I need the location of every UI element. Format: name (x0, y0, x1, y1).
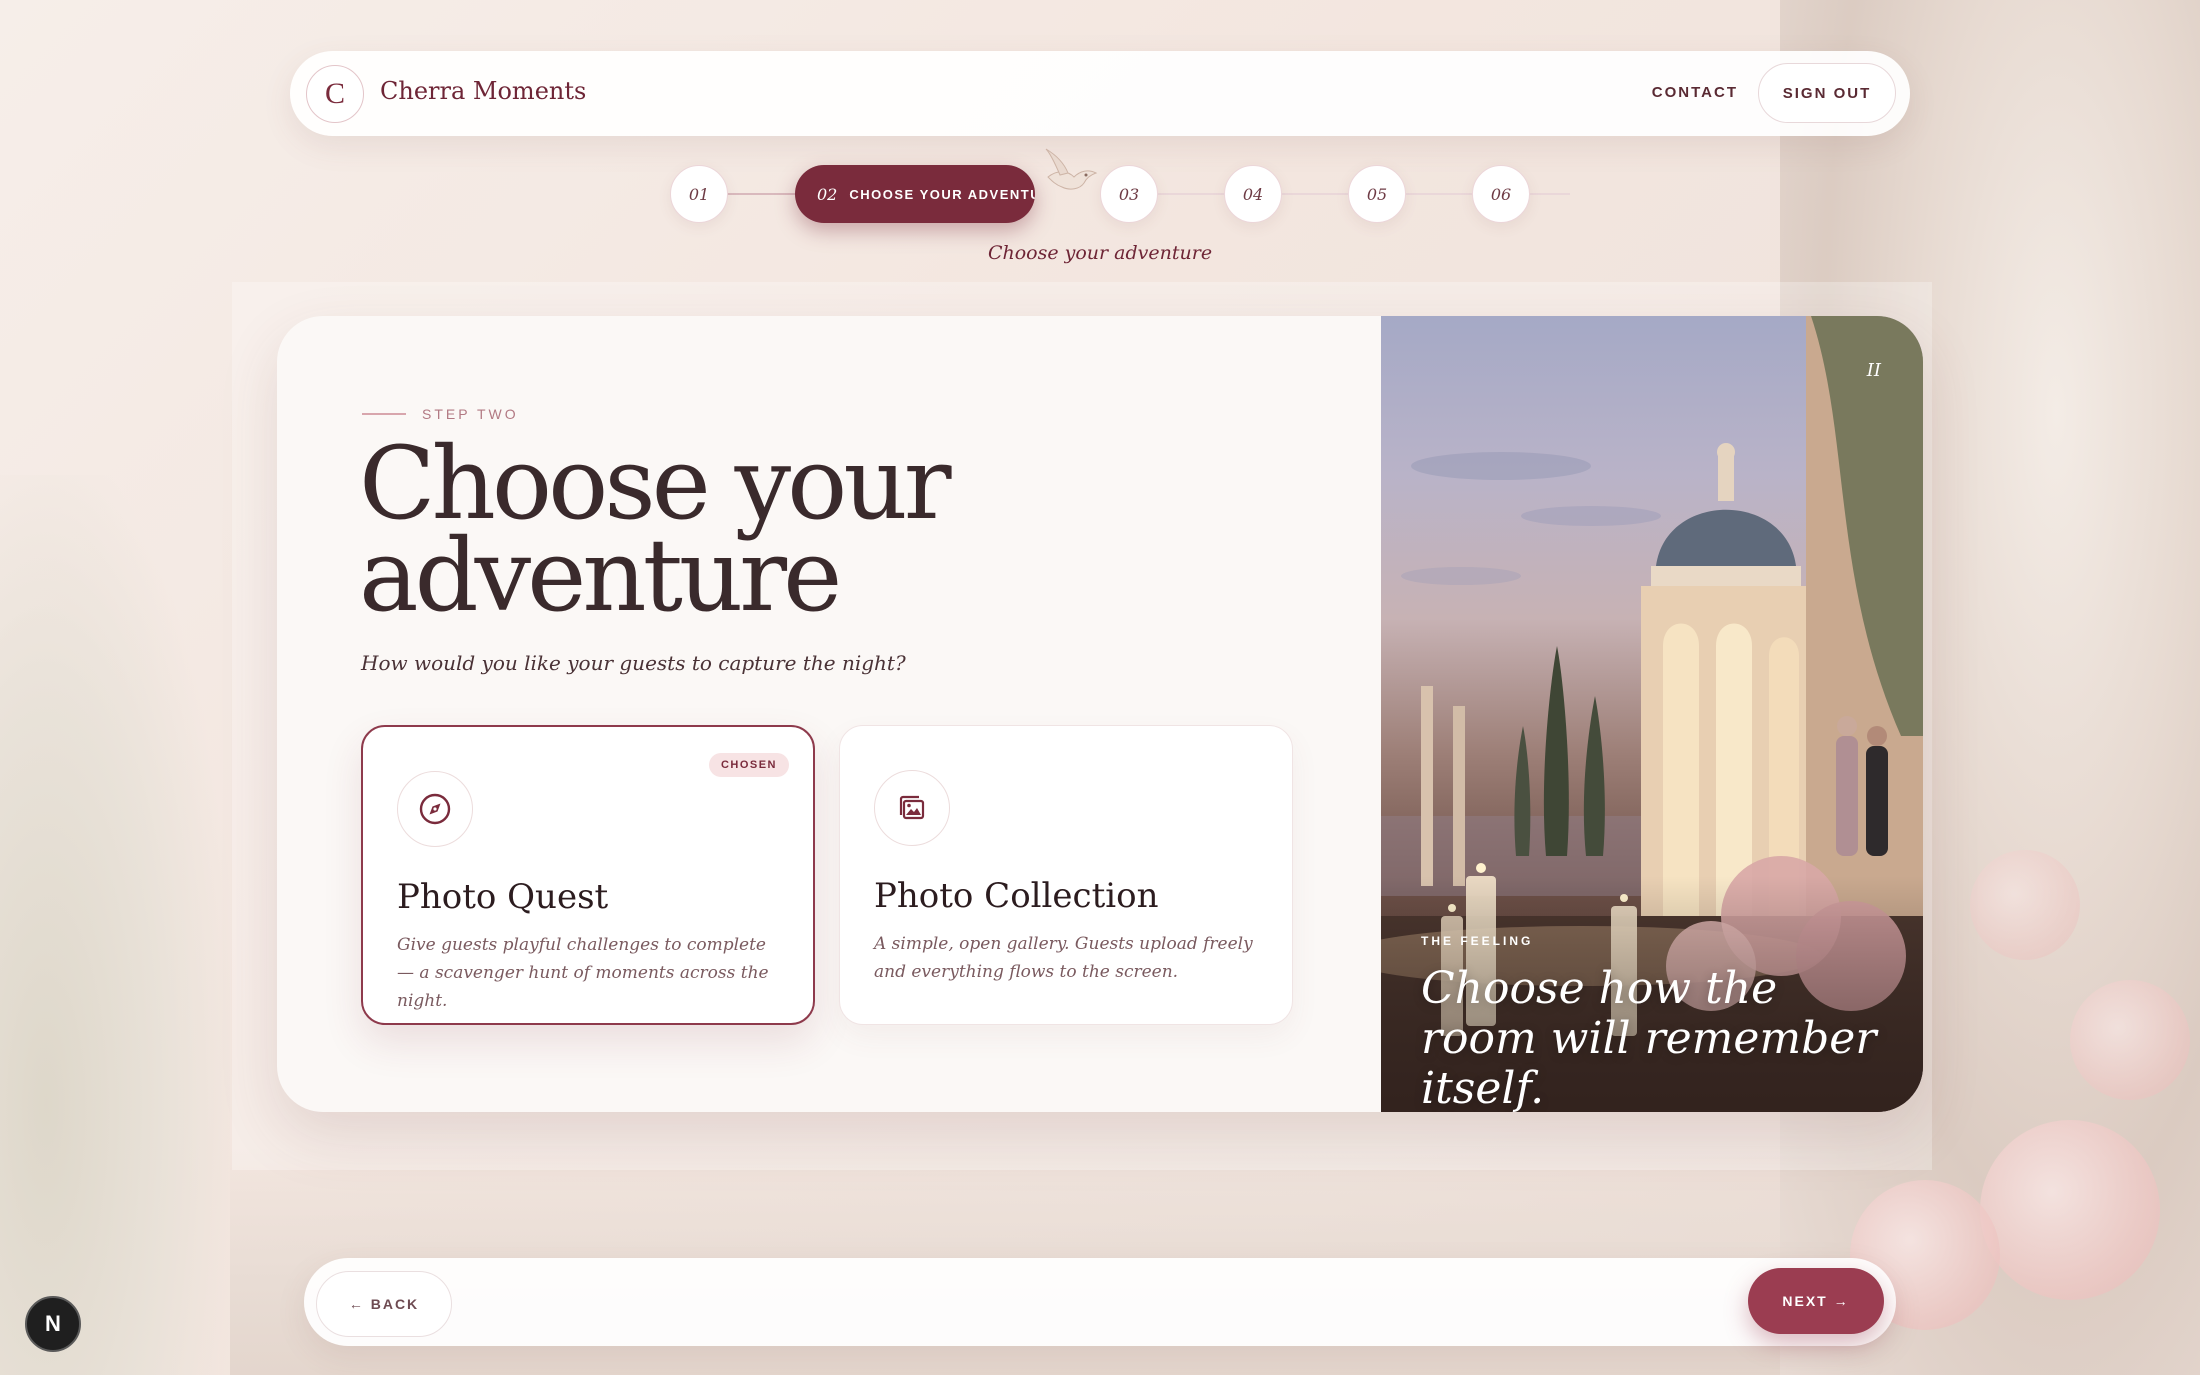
adventure-card: STEP TWO Choose your adventure How would… (277, 316, 1923, 1112)
option-photo-collection[interactable]: Photo Collection A simple, open gallery.… (839, 725, 1293, 1025)
back-button[interactable]: ← BACK (316, 1271, 452, 1337)
background-rose (2070, 980, 2190, 1100)
brand-name[interactable]: Cherra Moments (380, 77, 586, 105)
brand-logo[interactable]: C (306, 65, 364, 123)
step-6[interactable]: 06 (1472, 165, 1530, 223)
title-line-2: adventure (359, 517, 842, 634)
page-title: Choose your adventure (359, 434, 1059, 626)
step-2-number: 02 (817, 184, 838, 204)
step-2-label: CHOOSE YOUR ADVENTU (849, 186, 1035, 202)
option-title: Photo Quest (397, 877, 609, 917)
next-button[interactable]: NEXT → (1748, 1268, 1884, 1334)
dove-icon (1045, 148, 1098, 190)
gallery-icon (899, 795, 925, 820)
selection-panel: STEP TWO Choose your adventure How would… (277, 316, 1381, 1112)
section-numeral: II (1866, 360, 1881, 381)
step-4[interactable]: 04 (1224, 165, 1282, 223)
step-5[interactable]: 05 (1348, 165, 1406, 223)
venue-photo-panel: II THE FEELING Choose how the room will … (1381, 316, 1923, 1112)
step-caption: Choose your adventure (987, 242, 1213, 264)
devtools-badge[interactable]: N (25, 1296, 81, 1352)
stepper-connector (726, 193, 798, 195)
option-title: Photo Collection (874, 876, 1159, 916)
option-photo-quest[interactable]: CHOSEN Photo Quest Give guests playful c… (361, 725, 815, 1025)
background-foliage (0, 475, 230, 1375)
contact-link[interactable]: CONTACT (1652, 84, 1738, 101)
step-2-active[interactable]: 02 CHOOSE YOUR ADVENTU (795, 165, 1035, 223)
option-description: A simple, open gallery. Guests upload fr… (874, 934, 1253, 982)
progress-stepper: 01 02 CHOOSE YOUR ADVENTU 03 04 05 06 (670, 148, 1570, 223)
step-eyebrow: STEP TWO (362, 406, 519, 422)
background-rose (1980, 1120, 2160, 1300)
top-navigation-bar: C Cherra Moments CONTACT SIGN OUT (290, 51, 1910, 136)
feature-quote: Choose how the room will remember itself… (1421, 963, 1877, 1113)
sign-out-button[interactable]: SIGN OUT (1758, 63, 1896, 123)
step-1[interactable]: 01 (670, 165, 728, 223)
step-3[interactable]: 03 (1100, 165, 1158, 223)
eyebrow-label: STEP TWO (422, 406, 519, 422)
chosen-badge: CHOSEN (708, 753, 789, 777)
eyebrow-rule (362, 413, 406, 415)
page-subtitle: How would you like your guests to captur… (361, 651, 906, 675)
compass-icon (419, 793, 451, 825)
bottom-navigation-bar: ← BACK NEXT → (304, 1258, 1896, 1346)
feature-label: THE FEELING (1421, 934, 1534, 948)
option-description: Give guests playful challenges to comple… (397, 935, 769, 1011)
option-icon-wrap (874, 770, 950, 846)
option-icon-wrap (397, 771, 473, 847)
background-rose (1970, 850, 2080, 960)
